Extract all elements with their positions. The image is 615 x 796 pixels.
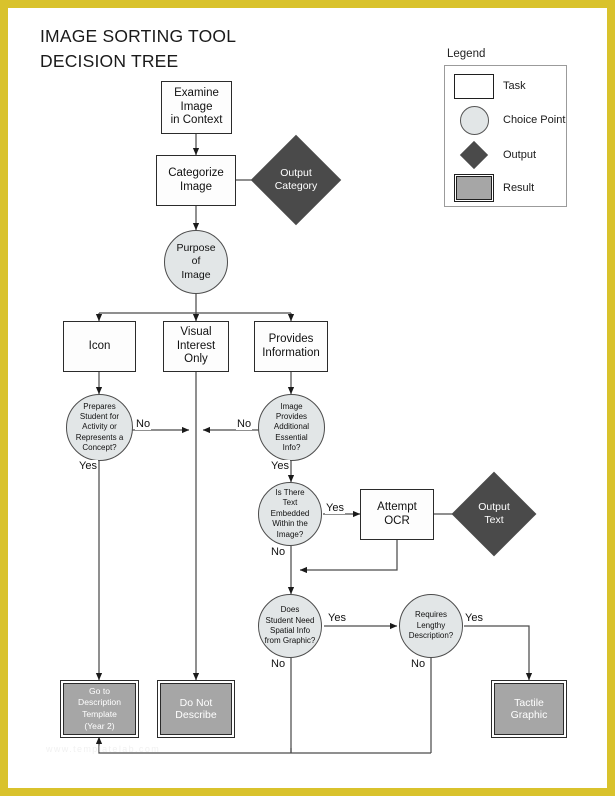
legend-item-result: Result [445,171,566,205]
node-attempt-ocr[interactable]: Attempt OCR [360,489,434,540]
legend-label-result: Result [503,182,535,194]
edge-label-spatial-no: No [270,658,287,670]
legend-label-choice-point: Choice Point [503,114,566,126]
node-do-not-describe[interactable]: Do Not Describe [157,680,235,738]
node-purpose-of-image[interactable]: Purpose of Image [164,230,228,294]
node-categorize-image[interactable]: Categorize Image [156,155,236,206]
result-shape-icon [453,173,495,203]
node-prepares-student-decision[interactable]: Prepares Student for Activity or Represe… [66,394,133,461]
edge-label-spatial-yes: Yes [327,612,347,624]
edge-label-additional-no: No [236,418,253,430]
node-output-text[interactable]: Output Text [451,471,537,557]
legend-title: Legend [447,48,486,60]
node-lengthy-description-decision[interactable]: Requires Lengthy Description? [399,594,463,658]
output-swatch-cell [445,140,503,170]
output-category-label: Output Category [274,167,318,192]
flowchart-page: IMAGE SORTING TOOL DECISION TREE Legend … [0,0,615,796]
watermark: www.templatelab.com [46,744,161,754]
choice-point-shape-icon [459,105,489,135]
edge-label-additional-yes: Yes [270,460,290,472]
edge-label-prepares-yes: Yes [78,460,98,472]
legend-item-choice-point: Choice Point [445,103,566,137]
edge-label-prepares-no: No [135,418,152,430]
task-shape-icon [454,73,494,99]
edge-label-lengthy-no: No [410,658,427,670]
node-examine-image-in-context[interactable]: Examine Image in Context [161,81,232,134]
edge-label-text-yes: Yes [325,502,345,514]
legend-box: Task Choice Point Output Result [444,65,567,207]
node-tactile-graphic[interactable]: Tactile Graphic [491,680,567,738]
flowchart-canvas: IMAGE SORTING TOOL DECISION TREE Legend … [8,8,607,788]
edge-label-text-no: No [270,546,287,558]
legend-item-output: Output [445,138,566,172]
node-icon[interactable]: Icon [63,321,136,372]
output-shape-icon [459,140,489,170]
choice-swatch-cell [445,105,503,135]
legend-label-output: Output [503,149,537,161]
node-go-to-description-template[interactable]: Go to Description Template (Year 2) [60,680,139,738]
node-text-embedded-decision[interactable]: Is There Text Embedded Within the Image? [258,482,322,546]
result-swatch-cell [445,173,503,203]
page-title: IMAGE SORTING TOOL DECISION TREE [40,26,237,71]
node-provides-information[interactable]: Provides Information [254,321,328,372]
legend-item-task: Task [445,69,566,103]
node-visual-interest-only[interactable]: Visual Interest Only [163,321,229,372]
output-text-label: Output Text [478,501,510,526]
node-output-category[interactable]: Output Category [250,134,342,226]
task-swatch-cell [445,73,503,99]
legend-label-task: Task [503,80,526,92]
node-spatial-info-decision[interactable]: Does Student Need Spatial Info from Grap… [258,594,322,658]
edge-label-lengthy-yes: Yes [464,612,484,624]
node-additional-essential-info-decision[interactable]: Image Provides Additional Essential Info… [258,394,325,461]
